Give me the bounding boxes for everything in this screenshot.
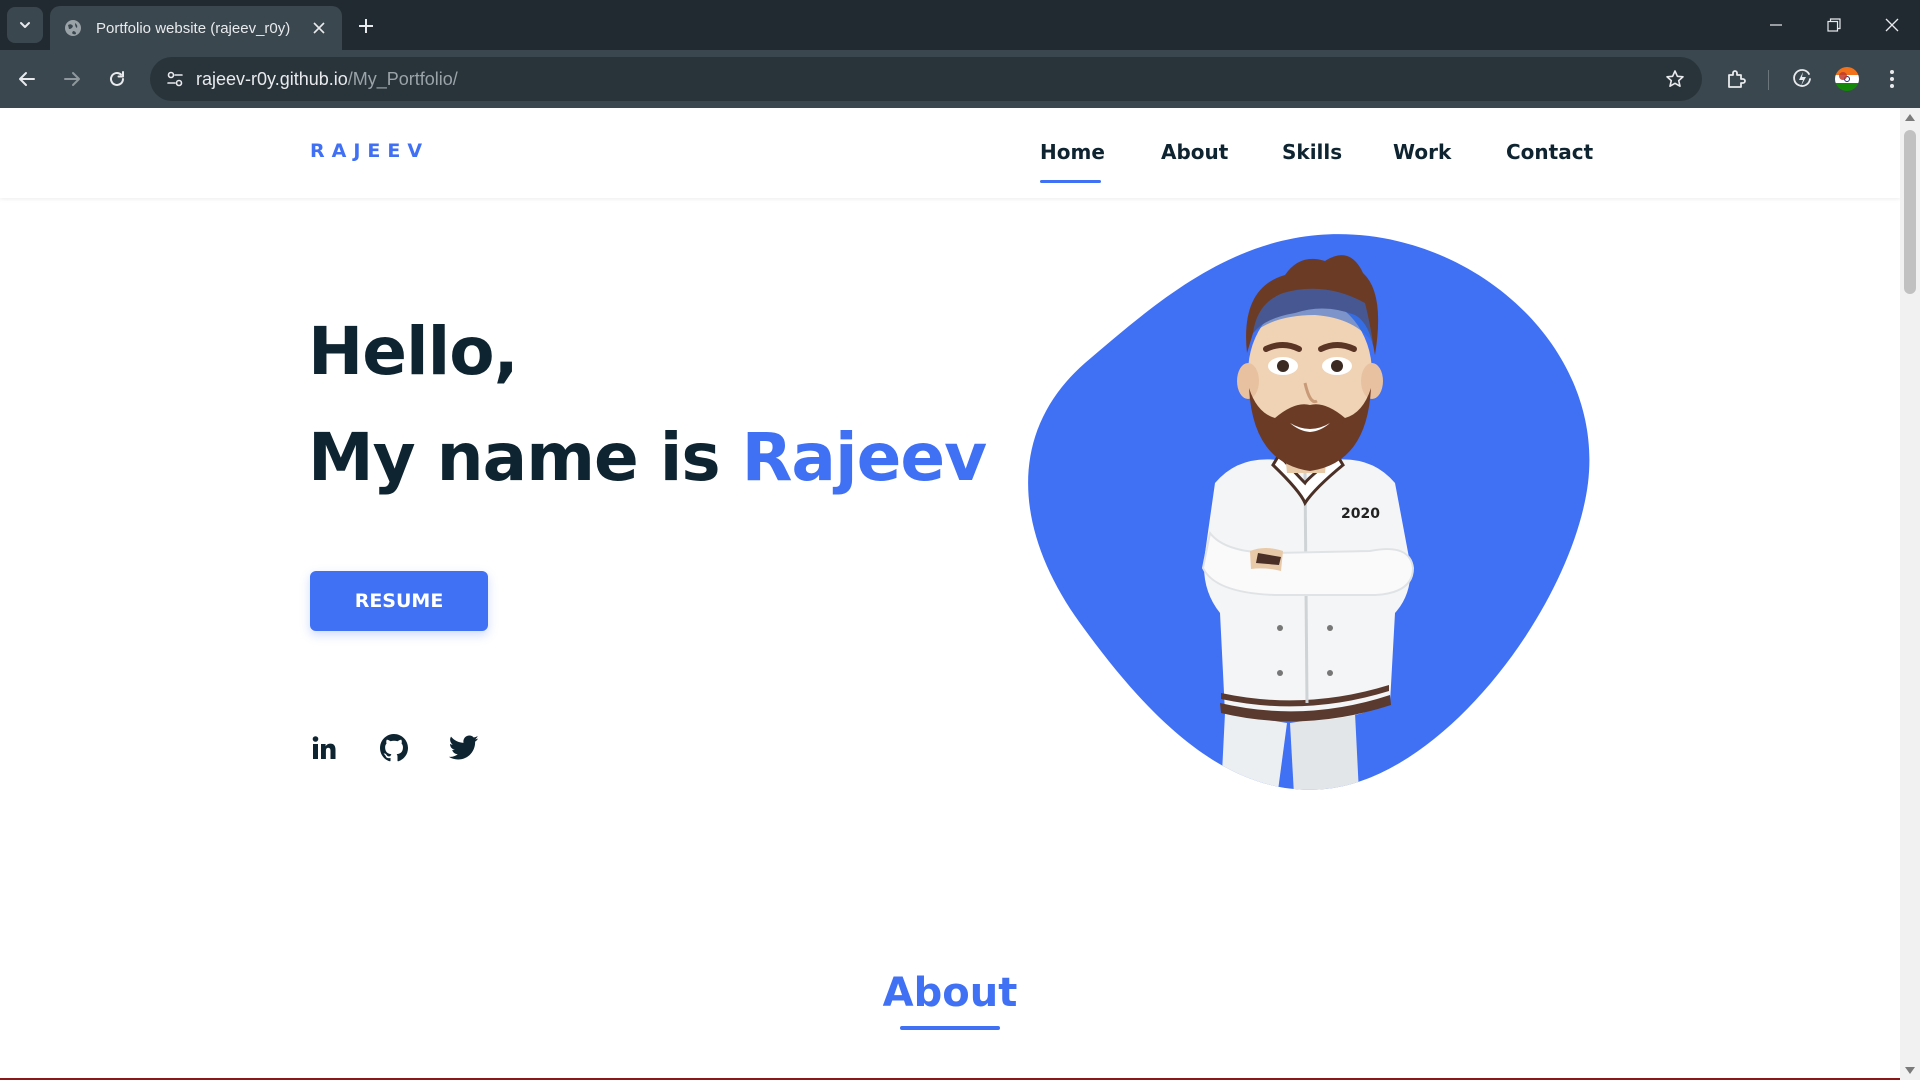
profile-avatar[interactable]: [1829, 61, 1865, 97]
github-icon: [380, 734, 408, 762]
bookmark-button[interactable]: [1662, 66, 1688, 92]
nav-home[interactable]: Home: [1040, 140, 1105, 164]
nav-contact[interactable]: Contact: [1506, 140, 1593, 164]
site-info-button[interactable]: [160, 64, 190, 94]
linkedin-icon: [312, 736, 336, 759]
forward-button[interactable]: [54, 61, 90, 97]
tab-close-button[interactable]: [308, 17, 330, 39]
github-link[interactable]: [379, 733, 409, 763]
globe-icon: [65, 20, 81, 36]
site-logo[interactable]: RAJEEV: [310, 140, 429, 162]
extensions-button[interactable]: [1718, 61, 1754, 97]
window-close-button[interactable]: [1864, 0, 1920, 50]
close-icon: [313, 22, 325, 34]
performance-button[interactable]: [1784, 61, 1820, 97]
profile-flag-icon: [1835, 67, 1859, 91]
back-button[interactable]: [9, 61, 45, 97]
twitter-link[interactable]: [449, 733, 479, 763]
minimize-button[interactable]: [1748, 0, 1804, 50]
scroll-down-arrow-icon[interactable]: [1905, 1067, 1915, 1074]
restore-button[interactable]: [1806, 0, 1862, 50]
tab-search-icon: [20, 22, 30, 28]
plus-icon: [359, 19, 373, 33]
hero-greeting: Hello,: [308, 313, 519, 390]
tab-title: Portfolio website (rajeev_r0y): [96, 19, 291, 37]
hero-name: Rajeev: [741, 419, 988, 496]
hero-image: 2020: [1025, 233, 1590, 793]
reload-button[interactable]: [99, 61, 135, 97]
linkedin-link[interactable]: [309, 733, 339, 763]
browser-menu-button[interactable]: [1874, 61, 1910, 97]
window-close-icon: [1885, 18, 1899, 32]
minimize-icon: [1770, 24, 1782, 26]
tab-strip: Portfolio website (rajeev_r0y): [0, 0, 1920, 50]
page-scrollbar[interactable]: [1900, 108, 1920, 1080]
reload-icon: [110, 71, 124, 86]
performance-icon: [1793, 69, 1811, 87]
jacket-text: 2020: [1341, 506, 1380, 522]
toolbar-separator: [1768, 70, 1769, 90]
restore-icon: [1827, 18, 1841, 32]
browser-tab[interactable]: Portfolio website (rajeev_r0y): [50, 6, 342, 50]
url-host: rajeev-r0y.github.io: [196, 69, 348, 89]
hero-illustration: 2020: [1028, 234, 1590, 790]
tab-search-button[interactable]: [7, 7, 43, 43]
resume-button[interactable]: RESUME: [310, 571, 488, 631]
nav-work[interactable]: Work: [1393, 140, 1451, 164]
twitter-icon: [449, 735, 479, 760]
nav-about[interactable]: About: [1161, 140, 1228, 164]
nav-skills[interactable]: Skills: [1282, 140, 1342, 164]
kebab-menu-icon: [1890, 70, 1894, 88]
about-section-title: About: [882, 970, 1018, 1016]
hero-name-prefix: My name is: [308, 419, 742, 496]
extensions-icon: [1728, 70, 1746, 88]
scroll-up-arrow-icon[interactable]: [1905, 114, 1915, 121]
nav-active-indicator: [1040, 180, 1101, 183]
url-path: /My_Portfolio/: [347, 69, 458, 89]
new-tab-button[interactable]: [352, 12, 380, 40]
hero-name-line: My name is Rajeev: [308, 419, 988, 496]
site-info-icon: [167, 71, 183, 87]
about-title-underline: [900, 1026, 1000, 1030]
url-text: rajeev-r0y.github.io/My_Portfolio/: [196, 57, 458, 101]
browser-toolbar: rajeev-r0y.github.io/My_Portfolio/: [0, 50, 1920, 108]
site-header: RAJEEV Home About Skills Work Contact: [0, 108, 1900, 198]
star-icon: [1666, 70, 1684, 87]
scrollbar-thumb[interactable]: [1904, 130, 1916, 294]
address-bar[interactable]: rajeev-r0y.github.io/My_Portfolio/: [150, 57, 1702, 101]
web-page: RAJEEV Home About Skills Work Contact He…: [0, 108, 1900, 1080]
forward-arrow-icon: [64, 72, 80, 86]
back-arrow-icon: [19, 72, 35, 86]
